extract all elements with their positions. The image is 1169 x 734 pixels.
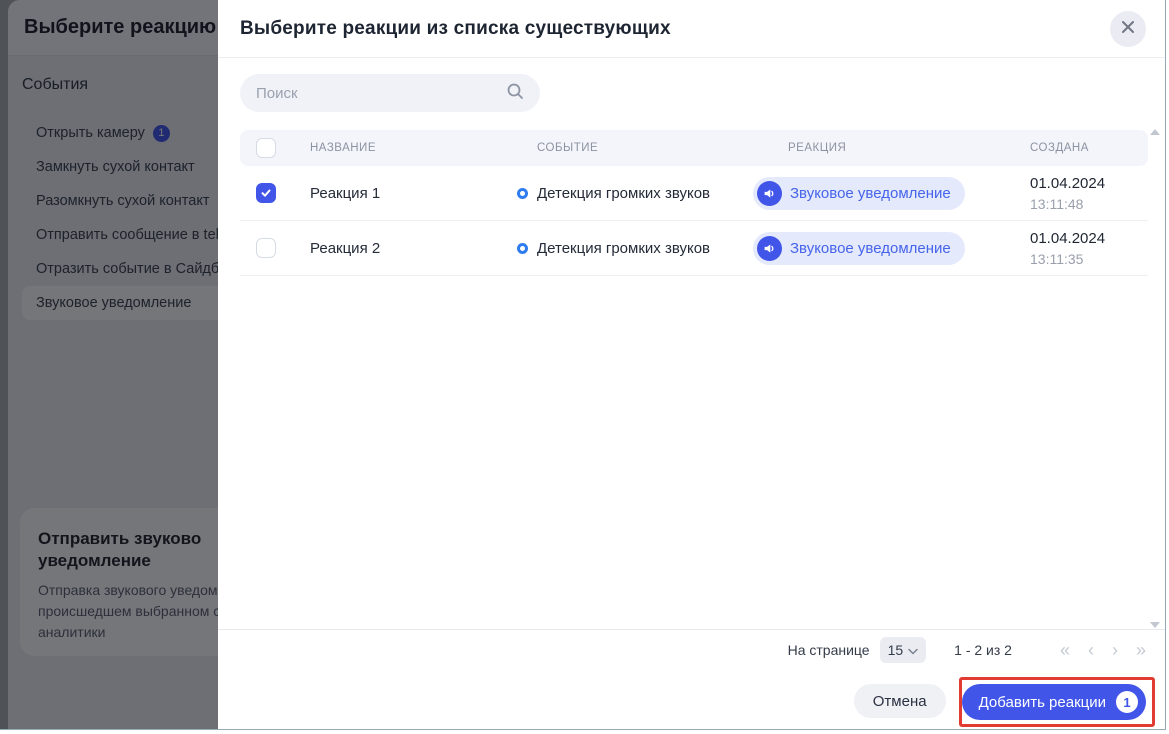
table-row[interactable]: Реакция 1 Детекция громких звуков <box>240 166 1148 221</box>
reaction-name: Реакция 2 <box>292 240 517 257</box>
created-cell: 01.04.2024 13:11:35 <box>1030 228 1148 269</box>
row-checkbox[interactable] <box>256 238 276 258</box>
pagination-arrows: « ‹ › » <box>1056 641 1150 659</box>
badge-label: Звуковое уведомление <box>790 185 951 202</box>
close-button[interactable] <box>1110 11 1146 47</box>
event-cell: Детекция громких звуков <box>517 240 753 257</box>
column-header-created: СОЗДАНА <box>1030 142 1148 154</box>
search-icon <box>506 82 524 105</box>
modal-footer: На странице 15 1 - 2 из 2 « ‹ › <box>218 629 1166 730</box>
action-buttons: Отмена Добавить реакции 1 <box>218 670 1166 730</box>
scroll-down-arrow[interactable] <box>1150 622 1160 628</box>
table-row[interactable]: Реакция 2 Детекция громких звуков <box>240 221 1148 276</box>
select-all-checkbox[interactable] <box>256 138 276 158</box>
modal-title: Выберите реакции из списка существующих <box>240 18 671 40</box>
created-time: 13:11:35 <box>1030 249 1148 269</box>
selected-count-badge: 1 <box>1116 691 1138 713</box>
modal-header: Выберите реакции из списка существующих <box>218 0 1166 58</box>
first-page-button[interactable]: « <box>1056 641 1074 659</box>
per-page-select[interactable]: 15 <box>880 637 927 663</box>
pagination-range: 1 - 2 из 2 <box>954 642 1012 658</box>
sound-notification-badge: Звуковое уведомление <box>753 232 965 265</box>
add-reactions-button[interactable]: Добавить реакции 1 <box>962 684 1146 720</box>
last-page-button[interactable]: » <box>1132 641 1150 659</box>
search-input[interactable] <box>256 85 506 102</box>
speaker-icon <box>757 181 782 206</box>
speaker-icon <box>757 236 782 261</box>
reaction-cell: Звуковое уведомление <box>753 232 1030 265</box>
chevron-down-icon <box>908 642 918 658</box>
reaction-cell: Звуковое уведомление <box>753 177 1030 210</box>
search-box <box>240 74 540 112</box>
badge-label: Звуковое уведомление <box>790 240 951 257</box>
reaction-name: Реакция 1 <box>292 185 517 202</box>
scroll-up-arrow[interactable] <box>1150 129 1160 135</box>
created-cell: 01.04.2024 13:11:48 <box>1030 173 1148 214</box>
pagination-bar: На странице 15 1 - 2 из 2 « ‹ › <box>218 630 1166 670</box>
add-reactions-label: Добавить реакции <box>979 694 1106 711</box>
created-date: 01.04.2024 <box>1030 173 1148 194</box>
table-header: НАЗВАНИЕ СОБЫТИЕ РЕАКЦИЯ СОЗДАНА <box>240 130 1148 166</box>
per-page-label: На странице <box>788 642 870 658</box>
event-label: Детекция громких звуков <box>537 240 710 257</box>
event-cell: Детекция громких звуков <box>517 185 753 202</box>
modal-body: НАЗВАНИЕ СОБЫТИЕ РЕАКЦИЯ СОЗДАНА Реакция… <box>218 58 1166 629</box>
select-reactions-modal: Выберите реакции из списка существующих <box>218 0 1166 730</box>
browser-window: Выберите реакцию н События Открыть камер… <box>0 0 1166 730</box>
close-icon <box>1121 20 1135 37</box>
sound-notification-badge: Звуковое уведомление <box>753 177 965 210</box>
column-header-event: СОБЫТИЕ <box>517 142 753 154</box>
event-ring-icon <box>517 188 528 199</box>
per-page-value: 15 <box>888 642 904 658</box>
event-ring-icon <box>517 243 528 254</box>
app-window: Выберите реакцию н События Открыть камер… <box>0 0 1169 734</box>
row-checkbox[interactable] <box>256 183 276 203</box>
created-date: 01.04.2024 <box>1030 228 1148 249</box>
created-time: 13:11:48 <box>1030 194 1148 214</box>
event-label: Детекция громких звуков <box>537 185 710 202</box>
next-page-button[interactable]: › <box>1108 641 1122 659</box>
prev-page-button[interactable]: ‹ <box>1084 641 1098 659</box>
column-header-name: НАЗВАНИЕ <box>292 142 517 154</box>
column-header-reaction: РЕАКЦИЯ <box>753 142 1030 154</box>
cancel-button[interactable]: Отмена <box>854 684 946 718</box>
